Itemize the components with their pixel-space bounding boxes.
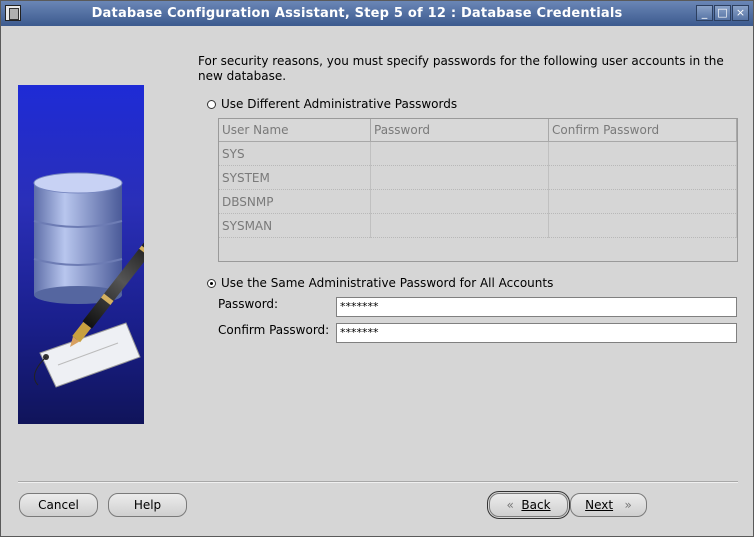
same-password-label: Use the Same Administrative Password for… xyxy=(221,276,554,290)
table-row: SYS xyxy=(219,141,737,166)
window-title: Database Configuration Assistant, Step 5… xyxy=(91,6,623,21)
title-bar[interactable]: Database Configuration Assistant, Step 5… xyxy=(1,1,753,26)
next-button-label: Next xyxy=(585,498,614,512)
column-header-user-name: User Name xyxy=(219,119,371,142)
different-passwords-option[interactable]: Use Different Administrative Passwords xyxy=(207,97,457,111)
next-button[interactable]: Next » xyxy=(570,493,647,517)
different-passwords-label: Use Different Administrative Passwords xyxy=(221,97,458,111)
accounts-table: User Name Password Confirm Password SYS … xyxy=(218,118,738,262)
database-pen-illustration xyxy=(18,85,144,424)
column-header-password: Password xyxy=(370,119,549,142)
same-password-radio[interactable] xyxy=(207,278,216,288)
close-button[interactable]: × xyxy=(732,5,749,21)
maximize-button[interactable]: □ xyxy=(714,5,731,21)
help-button[interactable]: Help xyxy=(108,493,187,517)
different-passwords-radio[interactable] xyxy=(207,99,216,109)
confirm-password-cell xyxy=(548,141,737,166)
cancel-button[interactable]: Cancel xyxy=(19,493,98,517)
confirm-password-cell xyxy=(548,165,737,190)
table-row: DBSNMP xyxy=(219,189,737,214)
column-header-confirm-password: Confirm Password xyxy=(548,119,737,142)
same-password-option[interactable]: Use the Same Administrative Password for… xyxy=(207,276,553,290)
back-chevron-icon: « xyxy=(506,498,514,512)
confirm-password-field[interactable]: ******* xyxy=(336,323,737,343)
user-name-cell: SYSTEM xyxy=(219,165,371,190)
intro-text: For security reasons, you must specify p… xyxy=(198,54,724,83)
button-bar-divider xyxy=(18,481,738,483)
next-chevron-icon: » xyxy=(624,498,632,512)
user-name-cell: DBSNMP xyxy=(219,189,371,214)
database-icon xyxy=(33,172,144,388)
password-label: Password: xyxy=(218,297,279,311)
password-cell xyxy=(370,213,549,238)
password-cell xyxy=(370,141,549,166)
dialog-window: Database Configuration Assistant, Step 5… xyxy=(0,0,754,537)
table-row: SYSMAN xyxy=(219,213,737,238)
password-cell xyxy=(370,189,549,214)
table-row: SYSTEM xyxy=(219,165,737,190)
minimize-button[interactable]: _ xyxy=(696,5,713,21)
password-field[interactable]: ******* xyxy=(336,297,737,317)
password-cell xyxy=(370,165,549,190)
confirm-password-label: Confirm Password: xyxy=(218,323,330,337)
user-name-cell: SYSMAN xyxy=(219,213,371,238)
confirm-password-cell xyxy=(548,189,737,214)
user-name-cell: SYS xyxy=(219,141,371,166)
confirm-password-cell xyxy=(548,213,737,238)
back-button[interactable]: « Back xyxy=(487,491,570,519)
back-button-label: Back xyxy=(521,498,551,512)
